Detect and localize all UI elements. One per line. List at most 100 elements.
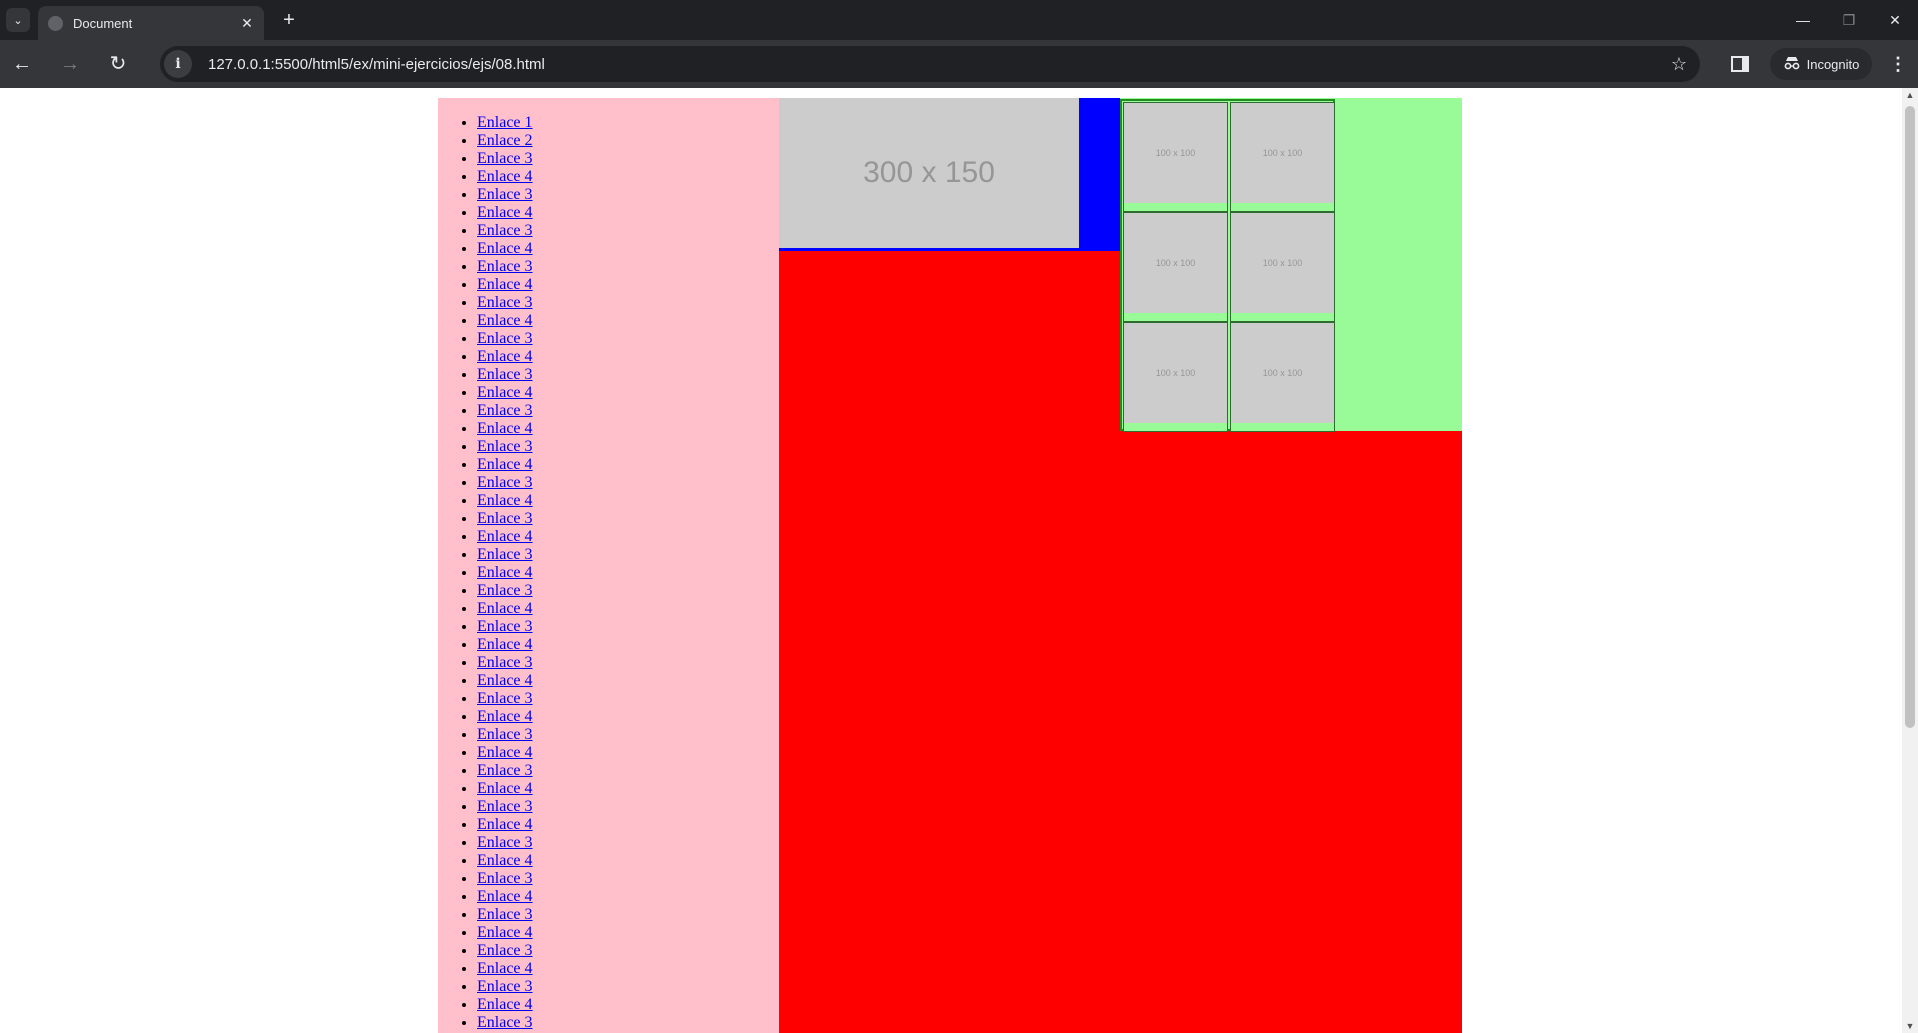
nav-list-item: Enlace 3: [477, 222, 779, 240]
nav-link[interactable]: Enlace 4: [477, 924, 533, 941]
gallery-thumbnail: 100 x 100: [1123, 102, 1228, 212]
nav-link[interactable]: Enlace 4: [477, 384, 533, 401]
nav-link[interactable]: Enlace 4: [477, 240, 533, 257]
nav-link[interactable]: Enlace 4: [477, 492, 533, 509]
globe-icon: [48, 15, 63, 31]
nav-link[interactable]: Enlace 4: [477, 564, 533, 581]
nav-list-item: Enlace 4: [477, 204, 779, 222]
nav-link[interactable]: Enlace 4: [477, 168, 533, 185]
nav-link[interactable]: Enlace 4: [477, 348, 533, 365]
minimize-button[interactable]: —: [1780, 4, 1826, 36]
nav-list-item: Enlace 4: [477, 960, 779, 978]
reload-button[interactable]: ↻: [104, 50, 132, 78]
nav-link[interactable]: Enlace 4: [477, 816, 533, 833]
browser-tab[interactable]: Document ✕: [38, 6, 264, 40]
nav-link[interactable]: Enlace 3: [477, 942, 533, 959]
nav-list-item: Enlace 4: [477, 312, 779, 330]
new-tab-button[interactable]: +: [276, 8, 302, 34]
nav-link[interactable]: Enlace 4: [477, 888, 533, 905]
nav-link[interactable]: Enlace 3: [477, 438, 533, 455]
nav-list-item: Enlace 3: [477, 906, 779, 924]
nav-link[interactable]: Enlace 1: [477, 114, 533, 131]
gallery-thumbnail: 100 x 100: [1123, 322, 1228, 432]
side-panel-icon[interactable]: [1728, 52, 1752, 76]
nav-link[interactable]: Enlace 4: [477, 780, 533, 797]
nav-link[interactable]: Enlace 4: [477, 420, 533, 437]
nav-link[interactable]: Enlace 4: [477, 636, 533, 653]
nav-list-item: Enlace 4: [477, 240, 779, 258]
nav-link[interactable]: Enlace 4: [477, 456, 533, 473]
nav-link[interactable]: Enlace 3: [477, 294, 533, 311]
url-text[interactable]: 127.0.0.1:5500/html5/ex/mini-ejercicios/…: [208, 56, 1664, 73]
nav-link[interactable]: Enlace 3: [477, 978, 533, 995]
nav-list-item: Enlace 4: [477, 492, 779, 510]
nav-link[interactable]: Enlace 3: [477, 582, 533, 599]
nav-link[interactable]: Enlace 3: [477, 546, 533, 563]
nav-link[interactable]: Enlace 3: [477, 618, 533, 635]
nav-list-item: Enlace 3: [477, 510, 779, 528]
nav-list-item: Enlace 3: [477, 294, 779, 312]
nav-link[interactable]: Enlace 3: [477, 654, 533, 671]
nav-link[interactable]: Enlace 4: [477, 852, 533, 869]
address-bar[interactable]: i 127.0.0.1:5500/html5/ex/mini-ejercicio…: [160, 46, 1700, 82]
nav-link[interactable]: Enlace 3: [477, 1014, 533, 1031]
chevron-down-icon: ⌄: [13, 14, 23, 27]
forward-button[interactable]: →: [56, 50, 84, 78]
scroll-up-arrow-icon[interactable]: ▲: [1902, 88, 1918, 102]
tab-title: Document: [73, 15, 133, 31]
nav-link[interactable]: Enlace 3: [477, 510, 533, 527]
vertical-scrollbar[interactable]: ▲ ▼: [1902, 88, 1918, 1033]
browser-menu-icon[interactable]: ⋮: [1886, 52, 1910, 76]
nav-list-item: Enlace 4: [477, 420, 779, 438]
tab-close-icon[interactable]: ✕: [238, 15, 256, 32]
scrollbar-thumb[interactable]: [1905, 106, 1915, 728]
nav-list-item: Enlace 3: [477, 762, 779, 780]
nav-list-item: Enlace 4: [477, 924, 779, 942]
site-info-icon[interactable]: i: [164, 50, 192, 78]
nav-list-item: Enlace 4: [477, 384, 779, 402]
nav-link[interactable]: Enlace 3: [477, 366, 533, 383]
nav-link[interactable]: Enlace 3: [477, 726, 533, 743]
nav-link[interactable]: Enlace 3: [477, 762, 533, 779]
nav-link[interactable]: Enlace 4: [477, 528, 533, 545]
nav-column: Enlace 1Enlace 2Enlace 3Enlace 4Enlace 3…: [438, 98, 779, 1033]
back-button[interactable]: ←: [8, 50, 36, 78]
nav-link[interactable]: Enlace 3: [477, 690, 533, 707]
nav-link[interactable]: Enlace 4: [477, 708, 533, 725]
nav-link[interactable]: Enlace 3: [477, 474, 533, 491]
nav-list-item: Enlace 3: [477, 546, 779, 564]
nav-link[interactable]: Enlace 3: [477, 906, 533, 923]
incognito-badge[interactable]: Incognito: [1770, 48, 1872, 80]
nav-list-item: Enlace 3: [477, 582, 779, 600]
nav-list-item: Enlace 3: [477, 618, 779, 636]
nav-link[interactable]: Enlace 3: [477, 258, 533, 275]
nav-link[interactable]: Enlace 3: [477, 330, 533, 347]
close-window-button[interactable]: ✕: [1872, 4, 1918, 36]
nav-link[interactable]: Enlace 4: [477, 600, 533, 617]
nav-link[interactable]: Enlace 4: [477, 312, 533, 329]
nav-list-item: Enlace 3: [477, 834, 779, 852]
restore-button[interactable]: ❐: [1826, 4, 1872, 36]
nav-list-item: Enlace 4: [477, 672, 779, 690]
nav-link[interactable]: Enlace 4: [477, 276, 533, 293]
nav-list-item: Enlace 4: [477, 528, 779, 546]
nav-link[interactable]: Enlace 3: [477, 186, 533, 203]
gallery-thumbnail: 100 x 100: [1230, 102, 1335, 212]
nav-link[interactable]: Enlace 2: [477, 132, 533, 149]
nav-link[interactable]: Enlace 4: [477, 672, 533, 689]
nav-link[interactable]: Enlace 3: [477, 222, 533, 239]
nav-link[interactable]: Enlace 3: [477, 834, 533, 851]
nav-link[interactable]: Enlace 4: [477, 960, 533, 977]
nav-link[interactable]: Enlace 3: [477, 402, 533, 419]
nav-link[interactable]: Enlace 3: [477, 798, 533, 815]
nav-link[interactable]: Enlace 4: [477, 744, 533, 761]
nav-link[interactable]: Enlace 3: [477, 870, 533, 887]
bookmark-star-icon[interactable]: ☆: [1664, 54, 1694, 75]
nav-link[interactable]: Enlace 4: [477, 996, 533, 1013]
page-container: Enlace 1Enlace 2Enlace 3Enlace 4Enlace 3…: [438, 98, 1462, 1033]
nav-link[interactable]: Enlace 3: [477, 150, 533, 167]
tab-search-button[interactable]: ⌄: [6, 8, 30, 32]
browser-tabstrip: ⌄ Document ✕ + — ❐ ✕: [0, 0, 1918, 40]
nav-link[interactable]: Enlace 4: [477, 204, 533, 221]
scroll-down-arrow-icon[interactable]: ▼: [1902, 1019, 1918, 1033]
